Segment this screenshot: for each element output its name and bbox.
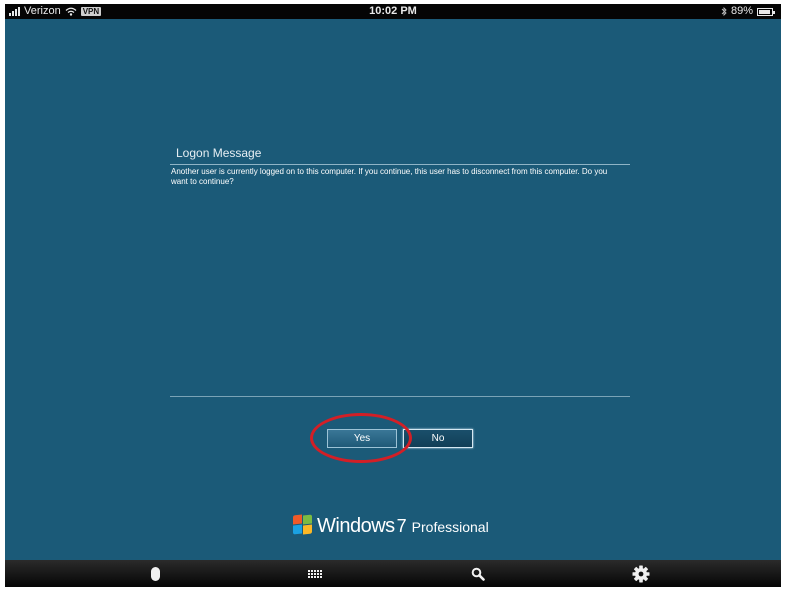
status-bar-right: 89% <box>721 4 775 19</box>
bottom-toolbar <box>5 560 781 587</box>
windows-branding: Windows 7 Professional <box>293 512 489 538</box>
bluetooth-icon <box>721 7 727 16</box>
remote-desktop-screen: Verizon VPN 10:02 PM 89% Logon Message A… <box>5 4 781 587</box>
gear-icon <box>632 565 650 583</box>
status-time: 10:02 PM <box>369 5 417 17</box>
windows-wordmark: Windows <box>317 515 395 537</box>
windows-edition: Professional <box>411 519 489 535</box>
windows-logo-icon <box>293 514 313 535</box>
mouse-button[interactable] <box>143 564 167 584</box>
no-button[interactable]: No <box>403 429 473 448</box>
keyboard-icon <box>308 570 322 578</box>
settings-button[interactable] <box>629 564 653 584</box>
battery-percent: 89% <box>730 5 753 17</box>
search-icon <box>471 567 485 581</box>
keyboard-button[interactable] <box>303 564 327 584</box>
button-divider <box>170 396 630 397</box>
battery-icon <box>757 7 775 16</box>
dialog-message: Another user is currently logged on to t… <box>171 167 608 186</box>
dialog-title: Logon Message <box>176 146 262 160</box>
mouse-icon <box>150 567 160 581</box>
title-divider <box>170 164 630 165</box>
status-bar: Verizon VPN 10:02 PM 89% <box>5 4 781 19</box>
windows-version: 7 <box>396 516 407 536</box>
search-button[interactable] <box>466 564 490 584</box>
annotation-circle <box>310 413 412 463</box>
